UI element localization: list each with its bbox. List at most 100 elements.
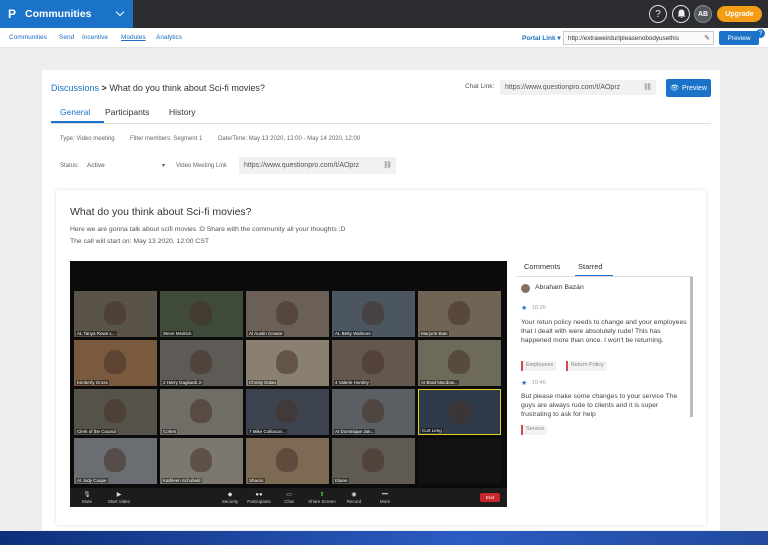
participant-video-tile[interactable]: 4 Valerie Horsley — [332, 340, 415, 386]
participant-name: Steve Medrick — [162, 331, 193, 336]
communities-menu[interactable]: P Communities — [0, 0, 133, 28]
participant-face — [190, 448, 212, 472]
preview-button[interactable]: 👁 Preview — [666, 79, 711, 97]
star-icon[interactable]: ★ — [521, 304, 527, 312]
chat-button[interactable]: ▭ Chat — [274, 491, 304, 504]
participant-name: 2 Harry Gagliardi Jr — [162, 380, 204, 385]
zoom-control-bar: 🎙 Mute ▶ Start Video ◆ Security ●● Participa… — [70, 488, 507, 507]
more-button[interactable]: ••• More — [370, 492, 400, 504]
participant-video-tile[interactable]: Elaine — [332, 438, 415, 484]
camera-icon: ▶ — [116, 492, 122, 498]
status-value: Active — [87, 162, 105, 169]
link-icon[interactable]: ⛓ — [383, 161, 392, 169]
empty-video-tile[interactable] — [418, 438, 501, 484]
comment-tag[interactable]: Employees — [521, 361, 557, 371]
info-badge-icon[interactable]: ? — [756, 29, 765, 38]
comments-scrollbar[interactable] — [690, 277, 693, 417]
participant-video-tile[interactable]: Sharon — [246, 438, 329, 484]
breadcrumb-discussions[interactable]: Discussions — [51, 83, 99, 93]
status-select[interactable]: Active ▾ — [87, 162, 165, 169]
participant-name: Kimberly Gross — [76, 380, 109, 385]
end-call-button[interactable]: End — [480, 493, 500, 502]
avatar — [521, 284, 530, 293]
record-button[interactable]: ◉ Record — [339, 491, 369, 504]
participant-video-tile[interactable]: AI Jody Coupe — [74, 438, 157, 484]
participant-face — [362, 301, 384, 325]
participant-video-tile[interactable]: Kimberly Gross — [74, 340, 157, 386]
participant-face — [190, 350, 212, 374]
participant-video-tile[interactable]: AI Austin Cesare — [246, 291, 329, 337]
participant-video-tile[interactable]: 2 Harry Gagliardi Jr — [160, 340, 243, 386]
questionpro-logo: P — [8, 7, 17, 21]
video-link-field[interactable]: https://www.questionpro.com/t/AOprz ⛓ — [239, 157, 396, 174]
comment-time: 10:20 — [532, 305, 546, 311]
meta-datetime: Date/Time: May 13 2020, 12:00 - May 14 2… — [218, 136, 361, 142]
tab-comments[interactable]: Comments — [524, 262, 560, 271]
chevron-down-icon — [115, 7, 125, 17]
page-title: What do you think about Sci-fi movies? — [109, 83, 265, 93]
participant-video-tile[interactable]: Kathleen Schofield — [160, 438, 243, 484]
chat-link-field[interactable]: https://www.questionpro.com/t/AOprz ⛓ — [500, 80, 656, 95]
user-avatar[interactable]: AB — [694, 5, 712, 23]
nav-incentive[interactable]: Incentive — [82, 34, 108, 41]
mute-button[interactable]: 🎙 Mute — [72, 491, 102, 504]
record-icon: ◉ — [351, 492, 357, 498]
participant-video-tile[interactable]: Curt Leng — [418, 389, 501, 435]
participant-name: Marjorie Bain — [420, 331, 449, 336]
nav-send[interactable]: Send — [59, 34, 74, 41]
participant-face — [104, 399, 126, 423]
discussion-card: Discussions > What do you think about Sc… — [42, 70, 720, 530]
participant-face — [448, 350, 470, 374]
participant-video-tile[interactable]: AL Betty Walmore — [332, 291, 415, 337]
participant-video-tile[interactable]: Steve Medrick — [160, 291, 243, 337]
discussion-description: Here we are gonna talk about scifi movie… — [70, 226, 346, 233]
portal-preview-button[interactable]: Preview — [719, 31, 759, 45]
chat-link-label: Chat Link: — [465, 83, 495, 90]
participant-video-tile[interactable]: 7 Mike Colliacon... — [246, 389, 329, 435]
video-call-screen[interactable]: AL Tanya Rowe L... Steve Medrick AI Austin… — [70, 261, 507, 507]
participant-face — [190, 399, 212, 423]
tab-divider — [51, 123, 711, 124]
tab-history[interactable]: History — [169, 107, 195, 117]
participant-name: 7 Mike Colliacon... — [248, 429, 287, 434]
participant-video-tile[interactable]: Cohen — [160, 389, 243, 435]
participant-face — [276, 448, 298, 472]
participant-video-tile[interactable]: AL Tanya Rowe L... — [74, 291, 157, 337]
nav-communities[interactable]: Communities — [9, 34, 47, 41]
breadcrumb-separator: > — [101, 83, 107, 93]
participant-face — [190, 301, 212, 325]
comment-tag[interactable]: Return Policy — [566, 361, 607, 371]
pencil-icon[interactable]: ✎ — [704, 34, 710, 42]
start-video-button[interactable]: ▶ Start Video — [104, 491, 134, 504]
portal-link-dropdown[interactable]: Portal Link ▾ — [522, 34, 561, 42]
security-button[interactable]: ◆ Security — [215, 491, 245, 504]
share-screen-button[interactable]: ⬆ Share Screen — [307, 491, 337, 504]
tab-general[interactable]: General — [60, 107, 90, 117]
participant-name: AL Betty Walmore — [334, 331, 372, 336]
participant-video-tile[interactable]: Clerk of the Council — [74, 389, 157, 435]
discussion-title: What do you think about Sci-fi movies? — [70, 206, 252, 218]
participant-name: AI Dominique Jan... — [334, 429, 376, 434]
participant-video-tile[interactable]: Marjorie Bain — [418, 291, 501, 337]
comment-time: 10:40 — [532, 380, 546, 386]
nav-analytics[interactable]: Analytics — [156, 34, 182, 41]
shield-icon: ◆ — [227, 492, 233, 498]
portal-url-field[interactable]: http://extraweirdurlpleasenobodyusethis … — [563, 31, 714, 45]
participants-button[interactable]: ●● Participants — [244, 492, 274, 504]
participant-face — [276, 399, 298, 423]
link-icon[interactable]: ⛓ — [643, 83, 652, 91]
participant-video-tile[interactable]: AI Dominique Jan... — [332, 389, 415, 435]
participant-video-tile[interactable]: AI Brad Macdow... — [418, 340, 501, 386]
comments-panel[interactable]: Abraham Bazán ★ 10:20 Your retun policy … — [516, 277, 693, 522]
upgrade-button[interactable]: Upgrade — [717, 6, 762, 22]
participant-face — [276, 301, 298, 325]
comment-tag[interactable]: Service — [521, 425, 548, 435]
tab-participants[interactable]: Participants — [105, 107, 149, 117]
tab-starred[interactable]: Starred — [578, 262, 603, 271]
star-icon[interactable]: ★ — [521, 379, 527, 387]
help-icon[interactable]: ? — [649, 5, 667, 23]
nav-modules[interactable]: Modules — [121, 34, 146, 41]
sub-navigation: Communities Send Incentive Modules Analy… — [0, 28, 768, 48]
participant-video-tile[interactable]: Christy Dolan — [246, 340, 329, 386]
bell-icon[interactable] — [672, 5, 690, 23]
